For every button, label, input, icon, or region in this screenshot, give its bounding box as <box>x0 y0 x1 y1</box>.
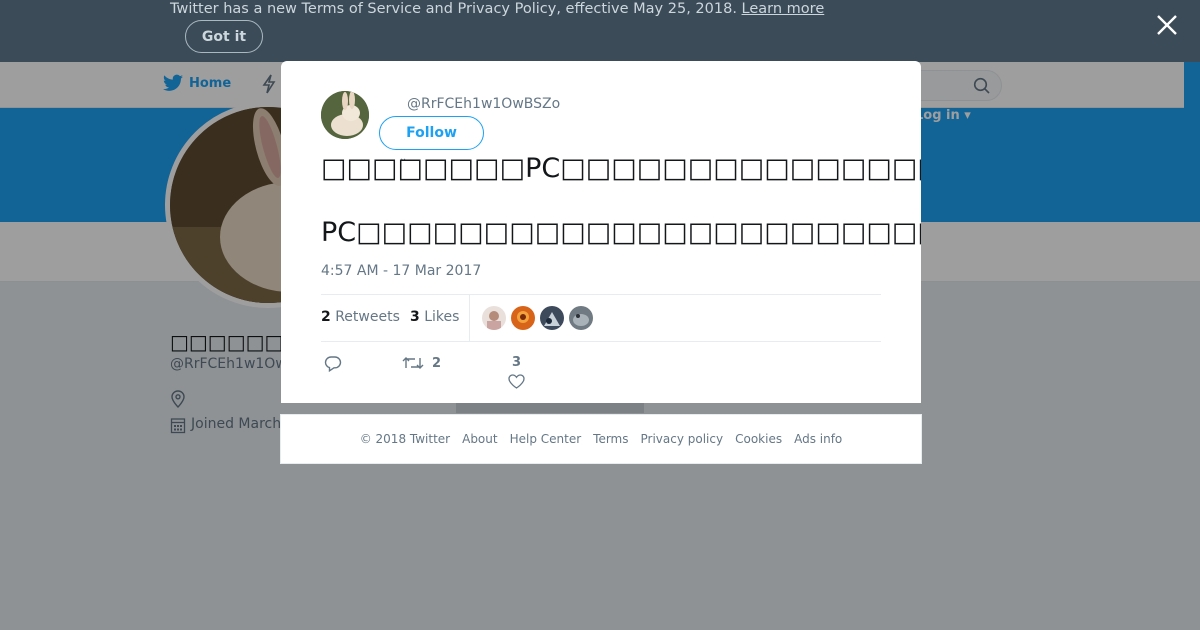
footer-copyright: © 2018 Twitter <box>359 432 451 446</box>
tweet-author-handle[interactable]: @RrFCEh1w1OwBSZo <box>407 96 560 112</box>
footer-link-about[interactable]: About <box>462 432 497 446</box>
follow-button[interactable]: Follow <box>379 116 484 150</box>
tweet-stats: 2 Retweets 3 Likes <box>321 294 881 342</box>
heart-icon <box>508 374 525 389</box>
footer-link-help-center[interactable]: Help Center <box>510 432 582 446</box>
tweet-text-line-1: □□□□□□□□PC□□□□□□□□□□□□□□□□□□□□□□□□□□□□□□… <box>321 153 921 184</box>
footer-link-terms[interactable]: Terms <box>593 432 628 446</box>
liker-avatar[interactable] <box>569 306 593 330</box>
likes-label: Likes <box>424 309 460 325</box>
likes-stat[interactable]: 3 Likes <box>410 309 459 325</box>
tweet-permalink-modal: @RrFCEh1w1OwBSZo Follow ⌄ □□□□□□□□PC□□□□… <box>281 61 921 403</box>
reply-icon <box>324 356 342 372</box>
liker-avatar[interactable] <box>540 306 564 330</box>
tweet-text-line-2: PC□□□□□□□□□□□□□□□□□□□□□□□□□□□□□□□□□□□□□□… <box>321 217 921 248</box>
tweet-actions: 2 3 <box>321 349 881 399</box>
footer-link-privacy[interactable]: Privacy policy <box>641 432 724 446</box>
footer-link-ads-info[interactable]: Ads info <box>794 432 842 446</box>
like-count: 3 <box>511 355 522 370</box>
got-it-button[interactable]: Got it <box>185 20 263 53</box>
terms-message: Twitter has a new Terms of Service and P… <box>170 1 824 17</box>
retweets-label: Retweets <box>335 309 400 325</box>
retweet-count: 2 <box>432 355 442 371</box>
footer-link-cookies[interactable]: Cookies <box>735 432 782 446</box>
tweet-timestamp[interactable]: 4:57 AM - 17 Mar 2017 <box>321 263 481 279</box>
retweets-count: 2 <box>321 309 331 325</box>
modal-footer: © 2018 Twitter About Help Center Terms P… <box>280 414 922 464</box>
learn-more-link[interactable]: Learn more <box>742 1 825 17</box>
stats-divider <box>469 295 470 341</box>
retweet-icon <box>402 357 424 369</box>
retweets-stat[interactable]: 2 Retweets <box>321 309 400 325</box>
close-icon[interactable] <box>1154 12 1180 38</box>
liker-avatar[interactable] <box>482 306 506 330</box>
retweet-action[interactable]: 2 <box>402 355 441 371</box>
terms-banner: Twitter has a new Terms of Service and P… <box>0 0 1200 62</box>
liker-avatar[interactable] <box>511 306 535 330</box>
likes-count: 3 <box>410 309 420 325</box>
tweet-author-avatar[interactable] <box>321 91 369 139</box>
reply-action[interactable] <box>324 355 350 372</box>
terms-message-text: Twitter has a new Terms of Service and P… <box>170 1 737 17</box>
like-action[interactable]: 3 <box>508 355 525 389</box>
